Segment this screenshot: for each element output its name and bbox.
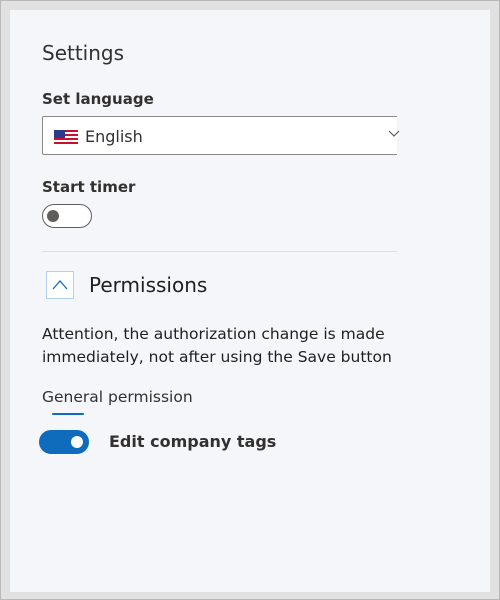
start-timer-label: Start timer [42,178,136,196]
general-permission-tab[interactable]: General permission [42,388,193,406]
page-title: Settings [42,41,125,65]
chevron-down-icon [388,130,400,137]
section-divider [42,251,397,252]
window-frame: Settings Set language English Start time… [0,0,500,600]
chevron-up-icon [52,280,68,290]
edit-company-tags-label: Edit company tags [109,432,277,451]
toggle-knob [71,436,83,448]
language-selected-value: English [85,127,143,146]
permissions-title: Permissions [89,273,208,297]
toggle-knob [47,210,59,222]
permissions-notice: Attention, the authorization change is m… [42,323,402,369]
permissions-notice-line-1: Attention, the authorization change is m… [42,325,385,343]
permissions-collapse-button[interactable] [46,271,74,299]
settings-panel: Settings Set language English Start time… [10,10,490,592]
permissions-notice-line-2: immediately, not after using the Save bu… [42,348,392,366]
start-timer-toggle[interactable] [42,204,92,228]
tab-selected-indicator [52,413,84,415]
language-label: Set language [42,90,154,108]
language-dropdown[interactable]: English [42,116,400,155]
us-flag-icon [54,130,78,144]
edit-company-tags-toggle[interactable] [39,430,89,454]
